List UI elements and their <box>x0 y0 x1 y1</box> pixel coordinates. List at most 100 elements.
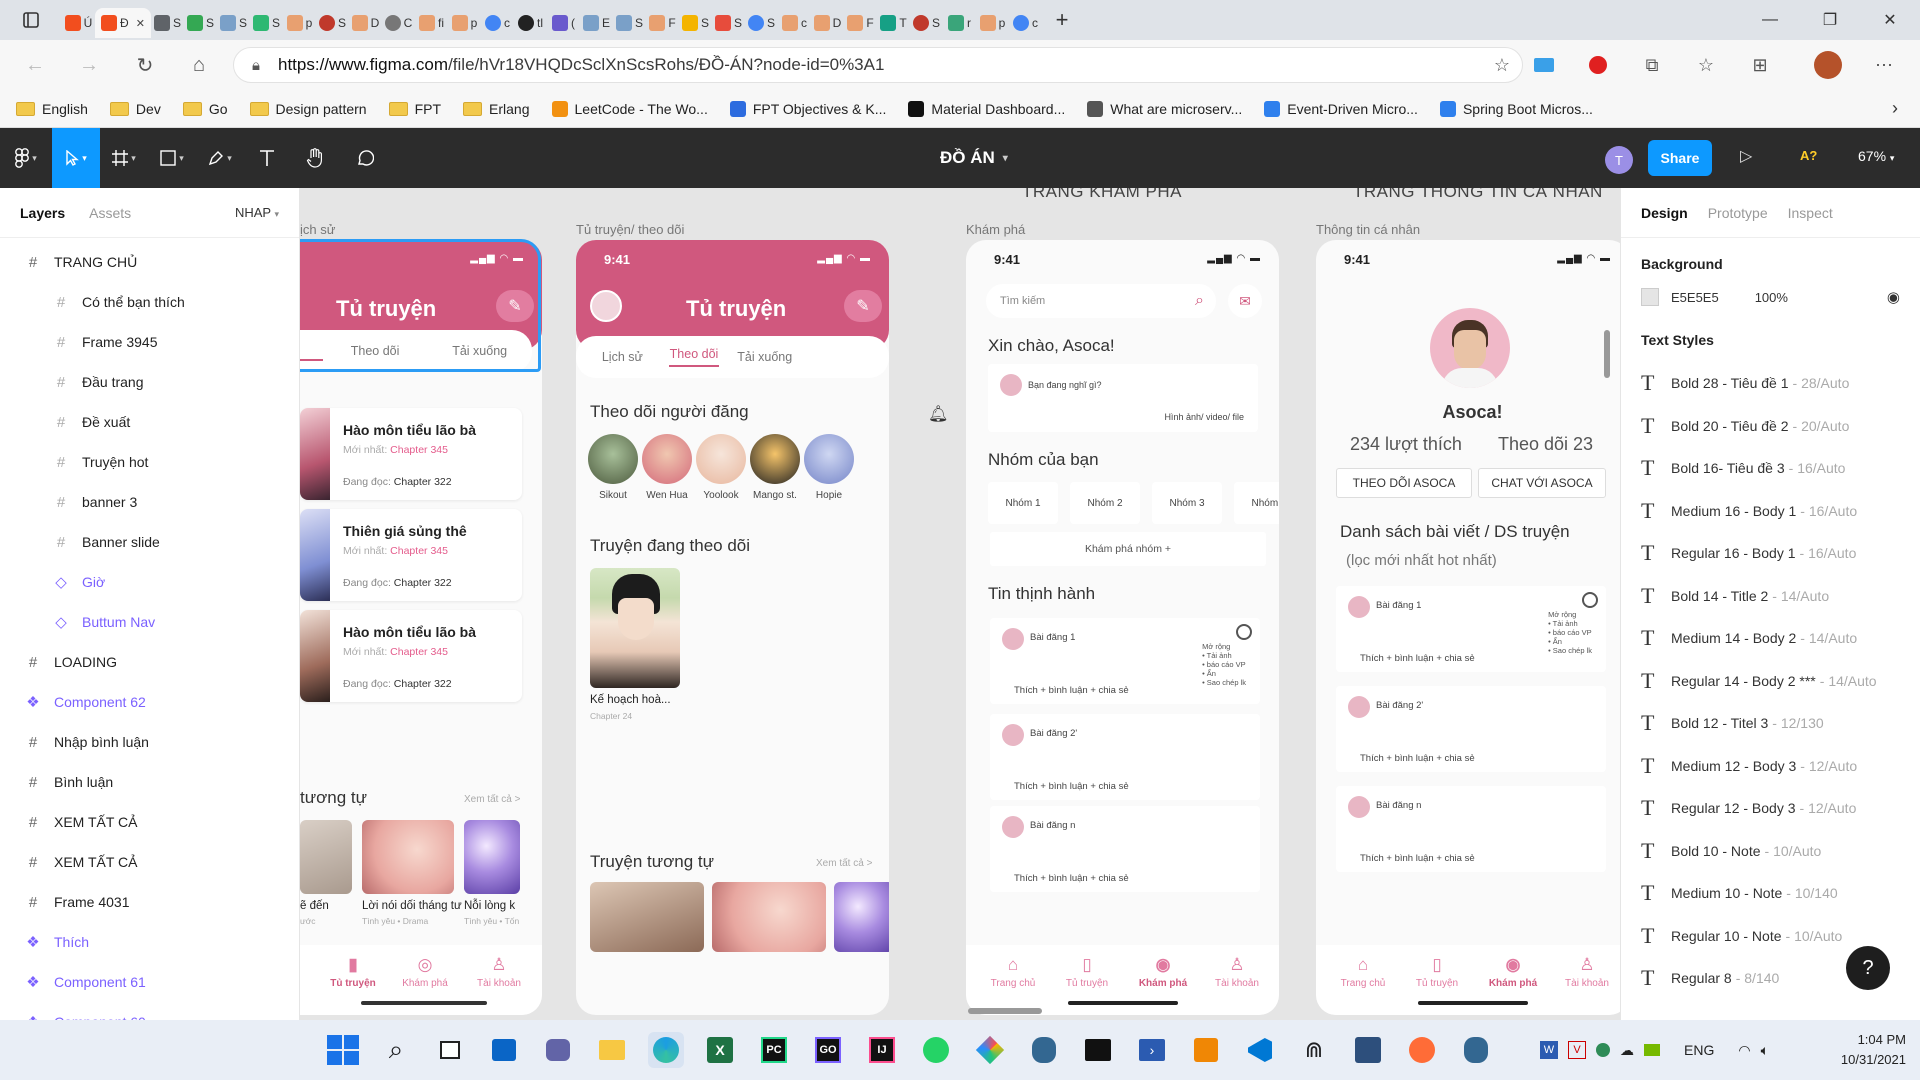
nav-bookshelf[interactable]: ▯ Tủ truyện <box>1402 955 1472 989</box>
reload-icon[interactable]: ↻ <box>118 40 172 90</box>
shape-tool-icon[interactable]: ▾ <box>148 128 196 188</box>
profile-avatar[interactable] <box>1806 40 1850 90</box>
lock-icon[interactable]: 🔒︎ <box>234 57 278 74</box>
see-all-link[interactable]: Xem tất cả > <box>464 794 520 805</box>
pycharm-icon[interactable]: PC <box>756 1032 792 1068</box>
text-style-item[interactable]: T Medium 12 - Body 3- 12/Auto <box>1621 745 1920 788</box>
settings-icon[interactable] <box>1582 592 1598 608</box>
comment-tool-icon[interactable] <box>340 128 390 188</box>
browser-tab[interactable]: tl <box>514 8 547 38</box>
story-card[interactable]: Hào môn tiểu lão bà Mới nhất: Chapter 34… <box>300 408 522 500</box>
vscode-icon[interactable] <box>1242 1032 1278 1068</box>
layer-item[interactable]: # Nhập bình luận <box>0 722 299 762</box>
drawio-icon[interactable] <box>1188 1032 1224 1068</box>
help-button[interactable]: ? <box>1846 946 1890 990</box>
cloud-icon[interactable]: ☁ <box>1620 1042 1634 1059</box>
frame-label-follow[interactable]: Tủ truyện/ theo dõi <box>576 222 684 237</box>
post-card[interactable]: Bài đăng 2' Thích + bình luận + chia sẻ <box>990 714 1260 800</box>
browser-tab[interactable]: E <box>580 8 613 38</box>
close-tab-icon[interactable]: ✕ <box>136 17 145 30</box>
bookmark-item[interactable]: Go <box>182 101 228 117</box>
whatsapp-icon[interactable] <box>918 1032 954 1068</box>
present-play-icon[interactable]: ▷ <box>1740 146 1752 166</box>
layer-item[interactable]: # Đề xuất <box>0 402 299 442</box>
nav-explore[interactable]: ◎ Khám phá <box>390 955 460 989</box>
explore-groups-button[interactable]: Khám phá nhóm + <box>990 532 1266 566</box>
post-card[interactable]: Bài đăng n Thích + bình luận + chia sẻ <box>1336 786 1606 872</box>
edge-browser-icon[interactable] <box>648 1032 684 1068</box>
word-icon[interactable]: W <box>1540 1041 1558 1059</box>
text-style-item[interactable]: T Regular 16 - Body 1- 16/Auto <box>1621 532 1920 575</box>
menu-item[interactable]: • Ẩn <box>1202 669 1246 678</box>
bookmark-item[interactable]: Spring Boot Micros... <box>1439 100 1593 117</box>
browser-tab[interactable]: ( <box>547 8 580 38</box>
bookmark-item[interactable]: Material Dashboard... <box>908 100 1065 117</box>
url-bar[interactable]: 🔒︎ https://www.figma.com/file/hVr18VHQDc… <box>233 47 1523 83</box>
move-tool-icon[interactable]: ▾ <box>52 128 100 188</box>
search-icon[interactable]: ⌕ <box>378 1032 414 1068</box>
forward-icon[interactable]: → <box>62 40 116 90</box>
similar-cover-3[interactable] <box>834 882 889 952</box>
text-style-item[interactable]: T Medium 14 - Body 2- 14/Auto <box>1621 617 1920 660</box>
tab-history[interactable]: Lịch sử <box>576 350 669 364</box>
tab-layers[interactable]: Layers <box>20 205 65 221</box>
nav-account[interactable]: ♙ Tài khoản <box>1552 955 1620 989</box>
browser-tab[interactable]: D <box>811 8 844 38</box>
page-selector[interactable]: NHAP ▾ <box>235 205 279 220</box>
layer-item[interactable]: # XEM TẤT CẢ <box>0 802 299 842</box>
file-explorer-icon[interactable] <box>594 1032 630 1068</box>
browser-tab[interactable]: S <box>316 8 349 38</box>
menu-item[interactable]: • Sao chép lk <box>1548 646 1592 655</box>
browser-tab[interactable]: S <box>679 8 712 38</box>
color-swatch[interactable] <box>1641 288 1659 306</box>
document-title[interactable]: ĐỒ ÁN ▾ <box>940 128 1008 188</box>
widgets-icon[interactable] <box>486 1032 522 1068</box>
sourcetree-icon[interactable]: ⋒ <box>1296 1032 1332 1068</box>
post-card[interactable]: Bài đăng 1 Thích + bình luận + chia sẻ Mở… <box>990 618 1260 704</box>
see-all-link[interactable]: Xem tất cả > <box>816 858 872 869</box>
diamond-app-icon[interactable] <box>972 1032 1008 1068</box>
new-tab-button[interactable]: + <box>1042 0 1082 40</box>
excel-icon[interactable]: X <box>702 1032 738 1068</box>
terminal-icon[interactable] <box>1080 1032 1116 1068</box>
app-icon[interactable] <box>1350 1032 1386 1068</box>
follow-button[interactable]: THEO DÕI ASOCA <box>1336 468 1472 498</box>
chat-button[interactable]: CHAT VỚI ASOCA <box>1478 468 1606 498</box>
background-fill-row[interactable]: E5E5E5 100% ◉ <box>1621 272 1920 322</box>
search-input[interactable]: Tìm kiếm ⌕ <box>986 284 1216 318</box>
volume-icon[interactable]: 🔈︎ <box>1761 1042 1769 1059</box>
browser-tab[interactable]: S <box>745 8 778 38</box>
pen-tool-icon[interactable]: ▾ <box>196 128 244 188</box>
powershell-icon[interactable]: › <box>1134 1032 1170 1068</box>
text-style-item[interactable]: T Bold 16- Tiêu đề 3- 16/Auto <box>1621 447 1920 490</box>
extension-icon[interactable] <box>1576 40 1620 90</box>
start-windows-icon[interactable] <box>324 1032 360 1068</box>
author-avatar[interactable] <box>750 434 800 484</box>
layer-item[interactable]: ❖ Component 61 <box>0 962 299 1002</box>
nav-bookshelf[interactable]: ▮ Tủ truyện <box>318 955 388 989</box>
layer-item[interactable]: # banner 3 <box>0 482 299 522</box>
teams-chat-icon[interactable] <box>540 1032 576 1068</box>
compose-box[interactable]: Bạn đang nghĩ gì? Hình ảnh/ video/ file <box>988 364 1258 432</box>
browser-tab[interactable]: D <box>349 8 382 38</box>
menu-item[interactable]: Mở rộng <box>1548 610 1592 619</box>
nav-account[interactable]: ♙ Tài khoản <box>1202 955 1272 989</box>
minimize-icon[interactable]: — <box>1740 0 1800 40</box>
browser-tab[interactable]: c <box>778 8 811 38</box>
nvidia-icon[interactable] <box>1644 1044 1660 1056</box>
visibility-eye-icon[interactable]: ◉ <box>1887 288 1900 306</box>
text-style-item[interactable]: T Medium 10 - Note - 10/140 <box>1621 872 1920 915</box>
font-check-icon[interactable]: A? <box>1800 148 1817 163</box>
back-icon[interactable]: ← <box>8 40 62 90</box>
group-chip[interactable]: Nhóm 2 <box>1070 482 1140 524</box>
wifi-icon[interactable]: ◠ <box>1738 1042 1750 1059</box>
bookmark-item[interactable]: Design pattern <box>249 101 367 117</box>
post-card[interactable]: Bài đăng 1 Thích + bình luận + chia sẻ Mở… <box>1336 586 1606 672</box>
text-tool-icon[interactable] <box>244 128 290 188</box>
postgres-icon[interactable] <box>1026 1032 1062 1068</box>
menu-item[interactable]: • Ẩn <box>1548 637 1592 646</box>
app-v-icon[interactable]: V <box>1568 1041 1586 1059</box>
layer-item[interactable]: ❖ Thích <box>0 922 299 962</box>
postman-icon[interactable] <box>1404 1032 1440 1068</box>
browser-tab[interactable]: p <box>448 8 481 38</box>
